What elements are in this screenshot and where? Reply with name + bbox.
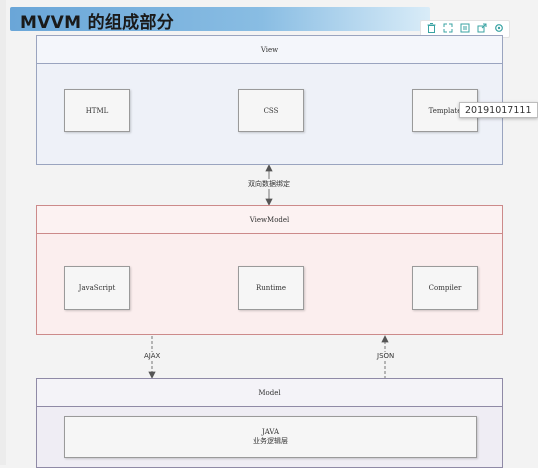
html-box: HTML [64, 89, 130, 132]
java-label: JAVA [261, 428, 280, 436]
json-arrow [381, 335, 389, 343]
css-box: CSS [238, 89, 304, 132]
java-business-box: JAVA 业务逻辑层 [64, 416, 477, 458]
model-layer: Model JAVA 业务逻辑层 [36, 378, 503, 468]
javascript-box: JavaScript [64, 266, 130, 310]
binding-arrow-up [265, 164, 273, 172]
ajax-label: AJAX [142, 352, 163, 360]
runtime-box: Runtime [238, 266, 304, 310]
compiler-box: Compiler [412, 266, 478, 310]
page-title: MVVM 的组成部分 [20, 13, 175, 33]
export-icon[interactable] [476, 22, 488, 34]
left-margin-strip [0, 0, 6, 465]
copy-icon[interactable] [459, 22, 471, 34]
view-layer-title: View [37, 36, 502, 64]
viewmodel-layer-title: ViewModel [37, 206, 502, 234]
binding-label: 双向数据绑定 [246, 179, 292, 189]
view-layer: View HTML CSS Template [36, 35, 503, 165]
json-label: JSON [375, 352, 397, 360]
business-logic-label: 业务逻辑层 [253, 437, 288, 445]
expand-icon[interactable] [442, 22, 454, 34]
settings-icon[interactable] [493, 22, 505, 34]
viewmodel-layer: ViewModel JavaScript Runtime Compiler [36, 205, 503, 335]
hover-tooltip: 20191017111 [459, 102, 538, 118]
trash-icon[interactable] [425, 22, 437, 34]
model-layer-title: Model [37, 379, 502, 407]
